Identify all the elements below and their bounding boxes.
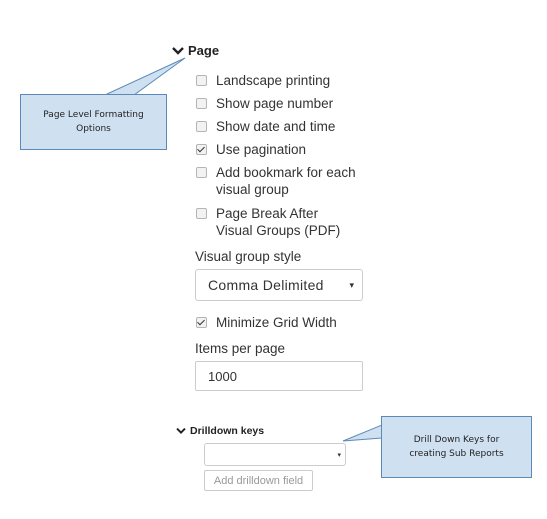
option-label: Use pagination: [216, 142, 307, 157]
dropdown-arrow-icon: ▾: [349, 279, 354, 290]
checkbox-checked[interactable]: [196, 317, 207, 328]
checkbox[interactable]: [196, 98, 207, 109]
callout-drill-down-keys: Drill Down Keys for creating Sub Reports: [381, 416, 532, 478]
add-drilldown-field-button[interactable]: Add drilldown field: [204, 470, 313, 491]
option-landscape-printing[interactable]: Landscape printing: [196, 72, 366, 89]
drilldown-keys-select[interactable]: ▾: [204, 443, 346, 466]
option-minimize-grid-width[interactable]: Minimize Grid Width: [196, 314, 366, 331]
option-label: Add bookmark for each visual group: [216, 165, 356, 197]
callout-pointer-drilldown: [342, 424, 383, 442]
checkbox[interactable]: [196, 121, 207, 132]
drilldown-section-title: Drilldown keys: [190, 425, 265, 437]
page-section-title: Page: [188, 43, 220, 58]
option-label: Page Break After Visual Groups (PDF): [216, 206, 341, 238]
option-add-bookmark[interactable]: Add bookmark for each visual group: [196, 164, 356, 198]
option-use-pagination[interactable]: Use pagination: [196, 141, 366, 158]
input-value: 1000: [208, 368, 237, 384]
option-show-page-number[interactable]: Show page number: [196, 95, 366, 112]
chevron-down-icon[interactable]: [172, 46, 184, 56]
items-per-page-label: Items per page: [195, 341, 286, 356]
select-value: Comma Delimited: [208, 277, 324, 293]
chevron-down-icon[interactable]: [176, 427, 186, 435]
callout-page-level-formatting: Page Level Formatting Options: [20, 94, 167, 150]
drilldown-section-header[interactable]: Drilldown keys: [176, 425, 264, 437]
checkbox[interactable]: [196, 75, 207, 86]
option-label: Landscape printing: [216, 73, 331, 88]
page-section-header[interactable]: Page: [172, 43, 219, 58]
checkbox-checked[interactable]: [196, 144, 207, 155]
visual-group-style-label: Visual group style: [195, 249, 302, 264]
checkbox[interactable]: [196, 208, 207, 219]
option-page-break[interactable]: Page Break After Visual Groups (PDF): [196, 205, 356, 239]
option-show-date-time[interactable]: Show date and time: [196, 118, 366, 135]
dropdown-arrow-icon: ▾: [337, 451, 341, 459]
option-label: Show page number: [216, 96, 334, 111]
visual-group-style-select[interactable]: Comma Delimited ▾: [195, 269, 363, 301]
items-per-page-input[interactable]: 1000: [195, 361, 363, 391]
callout-pointer-page: [104, 57, 186, 96]
checkbox[interactable]: [196, 167, 207, 178]
option-label: Show date and time: [216, 119, 336, 134]
option-label: Minimize Grid Width: [216, 315, 337, 330]
